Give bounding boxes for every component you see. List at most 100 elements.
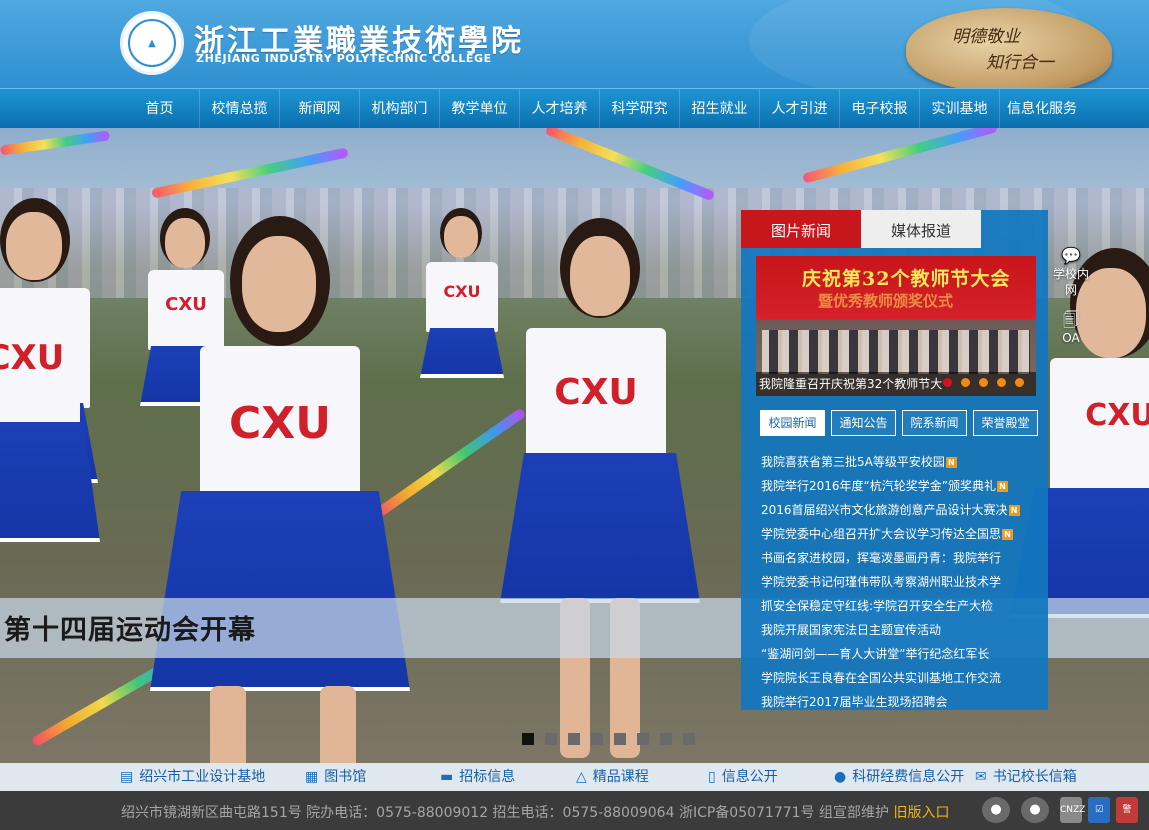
slide-dot[interactable] <box>522 733 534 745</box>
building-icon: ▦ <box>305 769 319 785</box>
new-badge-icon: N <box>1002 529 1014 540</box>
nav-list: 首页 校情总揽 新闻网 机构部门 教学单位 人才培养 科学研究 招生就业 人才引… <box>120 89 1084 129</box>
news-list: 我院喜获省第三批5A等级平安校园 N 我院举行2016年度“杭汽轮奖学金”颁奖典礼 N… <box>761 450 1043 714</box>
nav-item-info-services[interactable]: 信息化服务 <box>1000 89 1084 129</box>
nav-item-overview[interactable]: 校情总揽 <box>200 89 280 129</box>
tab-notices[interactable]: 通知公告 <box>831 410 896 436</box>
nav-item-departments[interactable]: 机构部门 <box>360 89 440 129</box>
news-item[interactable]: 学院党委中心组召开扩大会议学习传达全国思 N <box>761 522 1043 546</box>
nav-item-research[interactable]: 科学研究 <box>600 89 680 129</box>
news-item[interactable]: 学院党委书记何瑾伟带队考察湖州职业技术学 <box>761 570 1043 594</box>
nav-item-talent-training[interactable]: 人才培养 <box>520 89 600 129</box>
news-item[interactable]: “鉴湖问剑——育人大讲堂”举行纪念红军长 <box>761 642 1043 666</box>
news-title: 我院开展国家宪法日主题宣传活动 <box>761 623 942 637</box>
news-item[interactable]: 书画名家进校园，挥毫泼墨画丹青：我院举行 <box>761 546 1043 570</box>
flask-icon: △ <box>576 769 587 785</box>
quick-link-label: 图书馆 <box>324 769 367 785</box>
oa-link[interactable]: 🗐 OA <box>1052 312 1090 346</box>
news-subtabs: 校园新闻 通知公告 院系新闻 荣誉殿堂 <box>760 410 1038 436</box>
photo-dot[interactable] <box>961 378 970 387</box>
slide-dot[interactable] <box>637 733 649 745</box>
news-title: 我院喜获省第三批5A等级平安校园 <box>761 455 945 469</box>
oa-label: OA <box>1062 331 1080 345</box>
site-footer: 绍兴市镜湖新区曲屯路151号 院办电话：0575-88009012 招生电话：0… <box>0 791 1149 830</box>
ribbon-decoration <box>802 128 998 184</box>
cnzz-badge[interactable]: CNZZ <box>1060 797 1085 823</box>
old-version-link[interactable]: 旧版入口 <box>893 805 949 821</box>
quick-link-courses[interactable]: △ 精品课程 <box>576 763 649 791</box>
nav-item-e-newspaper[interactable]: 电子校报 <box>840 89 920 129</box>
tab-media-reports[interactable]: 媒体报道 <box>861 210 981 248</box>
photo-people <box>762 330 1030 374</box>
motto-stone: 明德敬业 知行合一 <box>906 8 1112 88</box>
new-badge-icon: N <box>945 457 957 468</box>
quick-link-label: 绍兴市工业设计基地 <box>139 769 266 785</box>
quick-link-bidding[interactable]: ▬ 招标信息 <box>440 763 515 791</box>
quick-links-bar: ▤ 绍兴市工业设计基地 ▦ 图书馆 ▬ 招标信息 △ 精品课程 ▯ 信息公开 ● 科研经费信… <box>0 763 1149 791</box>
photo-dots <box>943 378 1024 387</box>
quick-link-label: 科研经费信息公开 <box>852 769 965 785</box>
photo-news-image[interactable]: 庆祝第32个教师节大会 暨优秀教师颁奖仪式 我院隆重召开庆祝第32个教师节大 <box>756 256 1036 396</box>
news-item[interactable]: 学院院长王良春在全国公共实训基地工作交流 <box>761 666 1043 690</box>
photo-dot[interactable] <box>979 378 988 387</box>
nav-item-news[interactable]: 新闻网 <box>280 89 360 129</box>
nav-item-recruitment[interactable]: 人才引进 <box>760 89 840 129</box>
nav-item-home[interactable]: 首页 <box>120 89 200 129</box>
ribbon-decoration <box>0 130 111 156</box>
hero-caption-text[interactable]: 第十四届运动会开幕 <box>4 608 256 647</box>
quick-link-label: 招标信息 <box>459 769 516 785</box>
slide-dot[interactable] <box>614 733 626 745</box>
nav-item-teaching-units[interactable]: 教学单位 <box>440 89 520 129</box>
slide-dot[interactable] <box>591 733 603 745</box>
nav-item-admission[interactable]: 招生就业 <box>680 89 760 129</box>
quick-link-info-public[interactable]: ▯ 信息公开 <box>708 763 778 791</box>
news-item[interactable]: 我院喜获省第三批5A等级平安校园 N <box>761 450 1043 474</box>
photo-dot[interactable] <box>997 378 1006 387</box>
news-title: 我院举行2016年度“杭汽轮奖学金”颁奖典礼 <box>761 479 996 493</box>
news-item[interactable]: 我院举行2016年度“杭汽轮奖学金”颁奖典礼 N <box>761 474 1043 498</box>
news-title: 学院党委书记何瑾伟带队考察湖州职业技术学 <box>761 575 1002 589</box>
photo-dot[interactable] <box>1015 378 1024 387</box>
chat-bubble-icon: 💬 <box>1061 246 1081 265</box>
tab-campus-news[interactable]: 校园新闻 <box>760 410 825 436</box>
logo-emblem-icon: ▲ <box>128 19 176 67</box>
quick-link-mailbox[interactable]: ✉ 书记校长信箱 <box>975 763 1077 791</box>
slide-dot[interactable] <box>683 733 695 745</box>
photo-dot[interactable] <box>943 378 952 387</box>
quick-link-design-base[interactable]: ▤ 绍兴市工业设计基地 <box>120 763 265 791</box>
quick-link-research-funds[interactable]: ● 科研经费信息公开 <box>834 763 964 791</box>
site-header: ▲ 浙江工業職業技術學院 ZHEJIANG INDUSTRY POLYTECHN… <box>0 0 1149 88</box>
school-logo[interactable]: ▲ <box>120 11 184 75</box>
footer-text: 绍兴市镜湖新区曲屯路151号 院办电话：0575-88009012 招生电话：0… <box>121 802 949 822</box>
photo-banner-subtext: 暨优秀教师颁奖仪式 <box>818 292 954 310</box>
news-item[interactable]: 抓安全保稳定守红线:学院召开安全生产大检 <box>761 594 1043 618</box>
tab-department-news[interactable]: 院系新闻 <box>902 410 967 436</box>
nav-item-training-base[interactable]: 实训基地 <box>920 89 1000 129</box>
news-title: 学院院长王良春在全国公共实训基地工作交流 <box>761 671 1002 685</box>
tab-honors[interactable]: 荣誉殿堂 <box>973 410 1038 436</box>
intranet-link[interactable]: 💬 学校内网 <box>1052 248 1090 298</box>
card-icon: ▬ <box>440 769 454 785</box>
news-title: 我院举行2017届毕业生现场招聘会 <box>761 695 948 709</box>
police-badge[interactable]: 警 <box>1116 797 1138 823</box>
side-links: 💬 学校内网 🗐 OA <box>1052 248 1090 360</box>
slide-dot[interactable] <box>660 733 672 745</box>
quick-link-library[interactable]: ▦ 图书馆 <box>305 763 366 791</box>
news-title: 书画名家进校园，挥毫泼墨画丹青：我院举行 <box>761 551 1002 565</box>
slide-dot[interactable] <box>545 733 557 745</box>
mail-icon: ✉ <box>975 769 987 785</box>
news-item[interactable]: 2016首届绍兴市文化旅游创意产品设计大赛决 N <box>761 498 1043 522</box>
new-badge-icon: N <box>1008 505 1020 516</box>
news-item[interactable]: 我院开展国家宪法日主题宣传活动 <box>761 618 1043 642</box>
news-title: 抓安全保稳定守红线:学院召开安全生产大检 <box>761 599 994 613</box>
bulb-icon: ● <box>834 769 847 785</box>
main-nav: 首页 校情总揽 新闻网 机构部门 教学单位 人才培养 科学研究 招生就业 人才引… <box>0 88 1149 129</box>
wechat-icon[interactable]: ● <box>1021 797 1049 823</box>
news-item[interactable]: 我院举行2017届毕业生现场招聘会 <box>761 690 1043 714</box>
tab-photo-news[interactable]: 图片新闻 <box>741 210 861 248</box>
slide-dot[interactable] <box>568 733 580 745</box>
site-security-icon[interactable]: ☑ <box>1088 797 1110 823</box>
motto-line-1: 明德敬业 <box>952 27 1020 47</box>
quick-link-label: 书记校长信箱 <box>992 769 1077 785</box>
wechat-icon[interactable]: ● <box>982 797 1010 823</box>
